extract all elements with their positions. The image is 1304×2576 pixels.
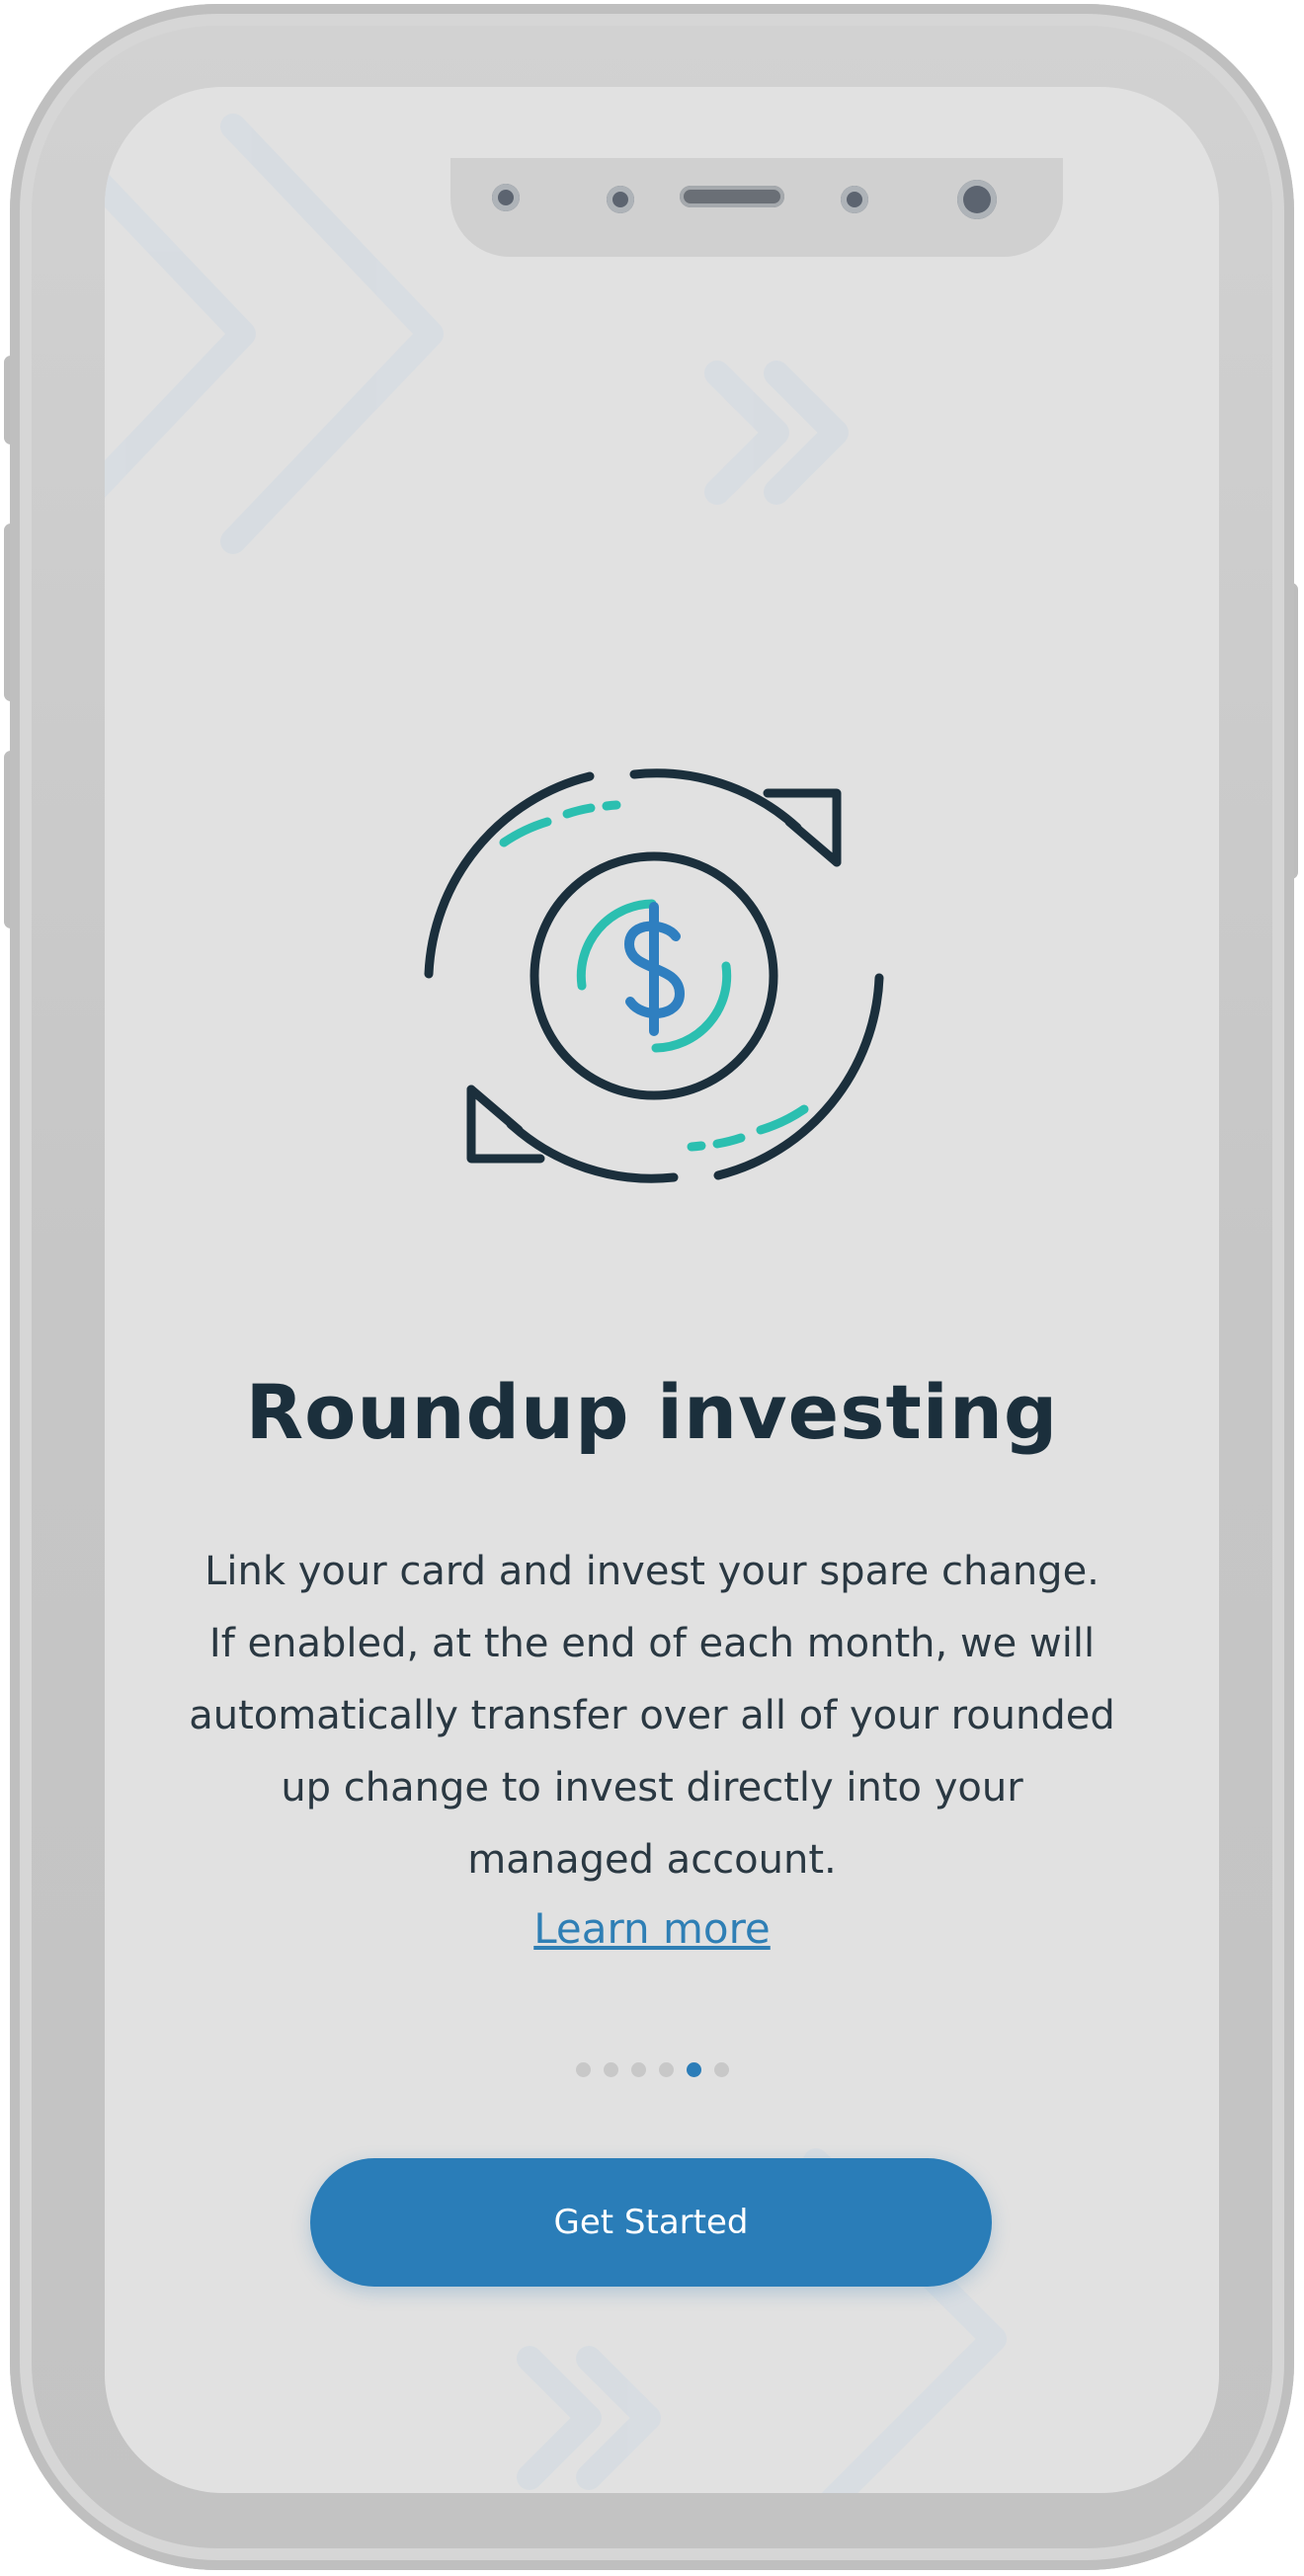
background-chevrons [105, 114, 1007, 2493]
description-line: managed account. [467, 1837, 837, 1883]
device-notch [450, 158, 1063, 257]
description-line: automatically transfer over all of your … [189, 1693, 1115, 1738]
sensor-dot [841, 186, 868, 213]
device-mockup: Roundup investing Link your card and inv… [0, 0, 1304, 2576]
page-dot-3[interactable] [630, 2062, 646, 2077]
page-dot-6[interactable] [713, 2062, 729, 2077]
description-text: Link your card and invest your spare cha… [148, 1536, 1156, 1896]
page-title: Roundup investing [245, 1368, 1059, 1456]
page-indicator [0, 2062, 1304, 2077]
page-dot-5-active[interactable] [686, 2062, 701, 2077]
page-dot-1[interactable] [575, 2062, 591, 2077]
app-screen [105, 87, 1219, 2493]
front-camera [957, 180, 997, 219]
sensor-dot [607, 186, 634, 213]
learn-more-link[interactable]: Learn more [0, 1904, 1304, 1953]
description-line: Link your card and invest your spare cha… [204, 1549, 1100, 1594]
description-line: up change to invest directly into your [281, 1765, 1023, 1811]
speaker-grille [680, 186, 784, 207]
page-dot-2[interactable] [603, 2062, 618, 2077]
sensor-dot [492, 184, 520, 211]
get-started-button[interactable]: Get Started [310, 2158, 992, 2287]
page-dot-4[interactable] [658, 2062, 674, 2077]
description-line: If enabled, at the end of each month, we… [208, 1621, 1096, 1666]
roundup-dollar-cycle-icon [424, 768, 884, 1183]
